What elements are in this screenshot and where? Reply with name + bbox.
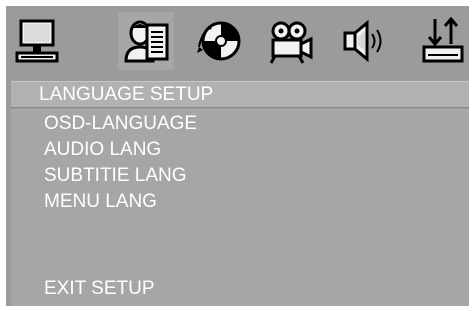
- setup-menu: OSD-LANGUAGE AUDIO LANG SUBTITIE LANG ME…: [11, 109, 469, 306]
- menu-item-menu-lang[interactable]: MENU LANG: [44, 191, 157, 212]
- exit-setup-button[interactable]: EXIT SETUP: [44, 278, 155, 299]
- setup-title: LANGUAGE SETUP: [39, 84, 214, 105]
- preferences-icon: [422, 17, 464, 63]
- toolbar-item-system[interactable]: [10, 12, 66, 70]
- setup-screen: LANGUAGE SETUP OSD-LANGUAGE AUDIO LANG S…: [6, 6, 469, 306]
- toolbar-item-audio[interactable]: [338, 12, 394, 70]
- computer-icon: [15, 19, 59, 63]
- speaker-icon: [343, 19, 382, 63]
- menu-item-subtitle-lang[interactable]: SUBTITIE LANG: [44, 165, 187, 186]
- toolbar-item-video[interactable]: [264, 12, 320, 70]
- video-camera-icon: [269, 21, 313, 64]
- setup-toolbar: [6, 6, 469, 77]
- toolbar-item-language[interactable]: [118, 12, 174, 70]
- menu-item-osd-language[interactable]: OSD-LANGUAGE: [44, 113, 197, 134]
- disc-icon: [197, 21, 241, 61]
- toolbar-item-preferences[interactable]: [416, 12, 472, 70]
- language-icon: [124, 20, 169, 63]
- menu-item-audio-lang[interactable]: AUDIO LANG: [44, 139, 161, 160]
- toolbar-item-disc[interactable]: [191, 12, 247, 70]
- setup-title-bar: LANGUAGE SETUP: [11, 81, 469, 108]
